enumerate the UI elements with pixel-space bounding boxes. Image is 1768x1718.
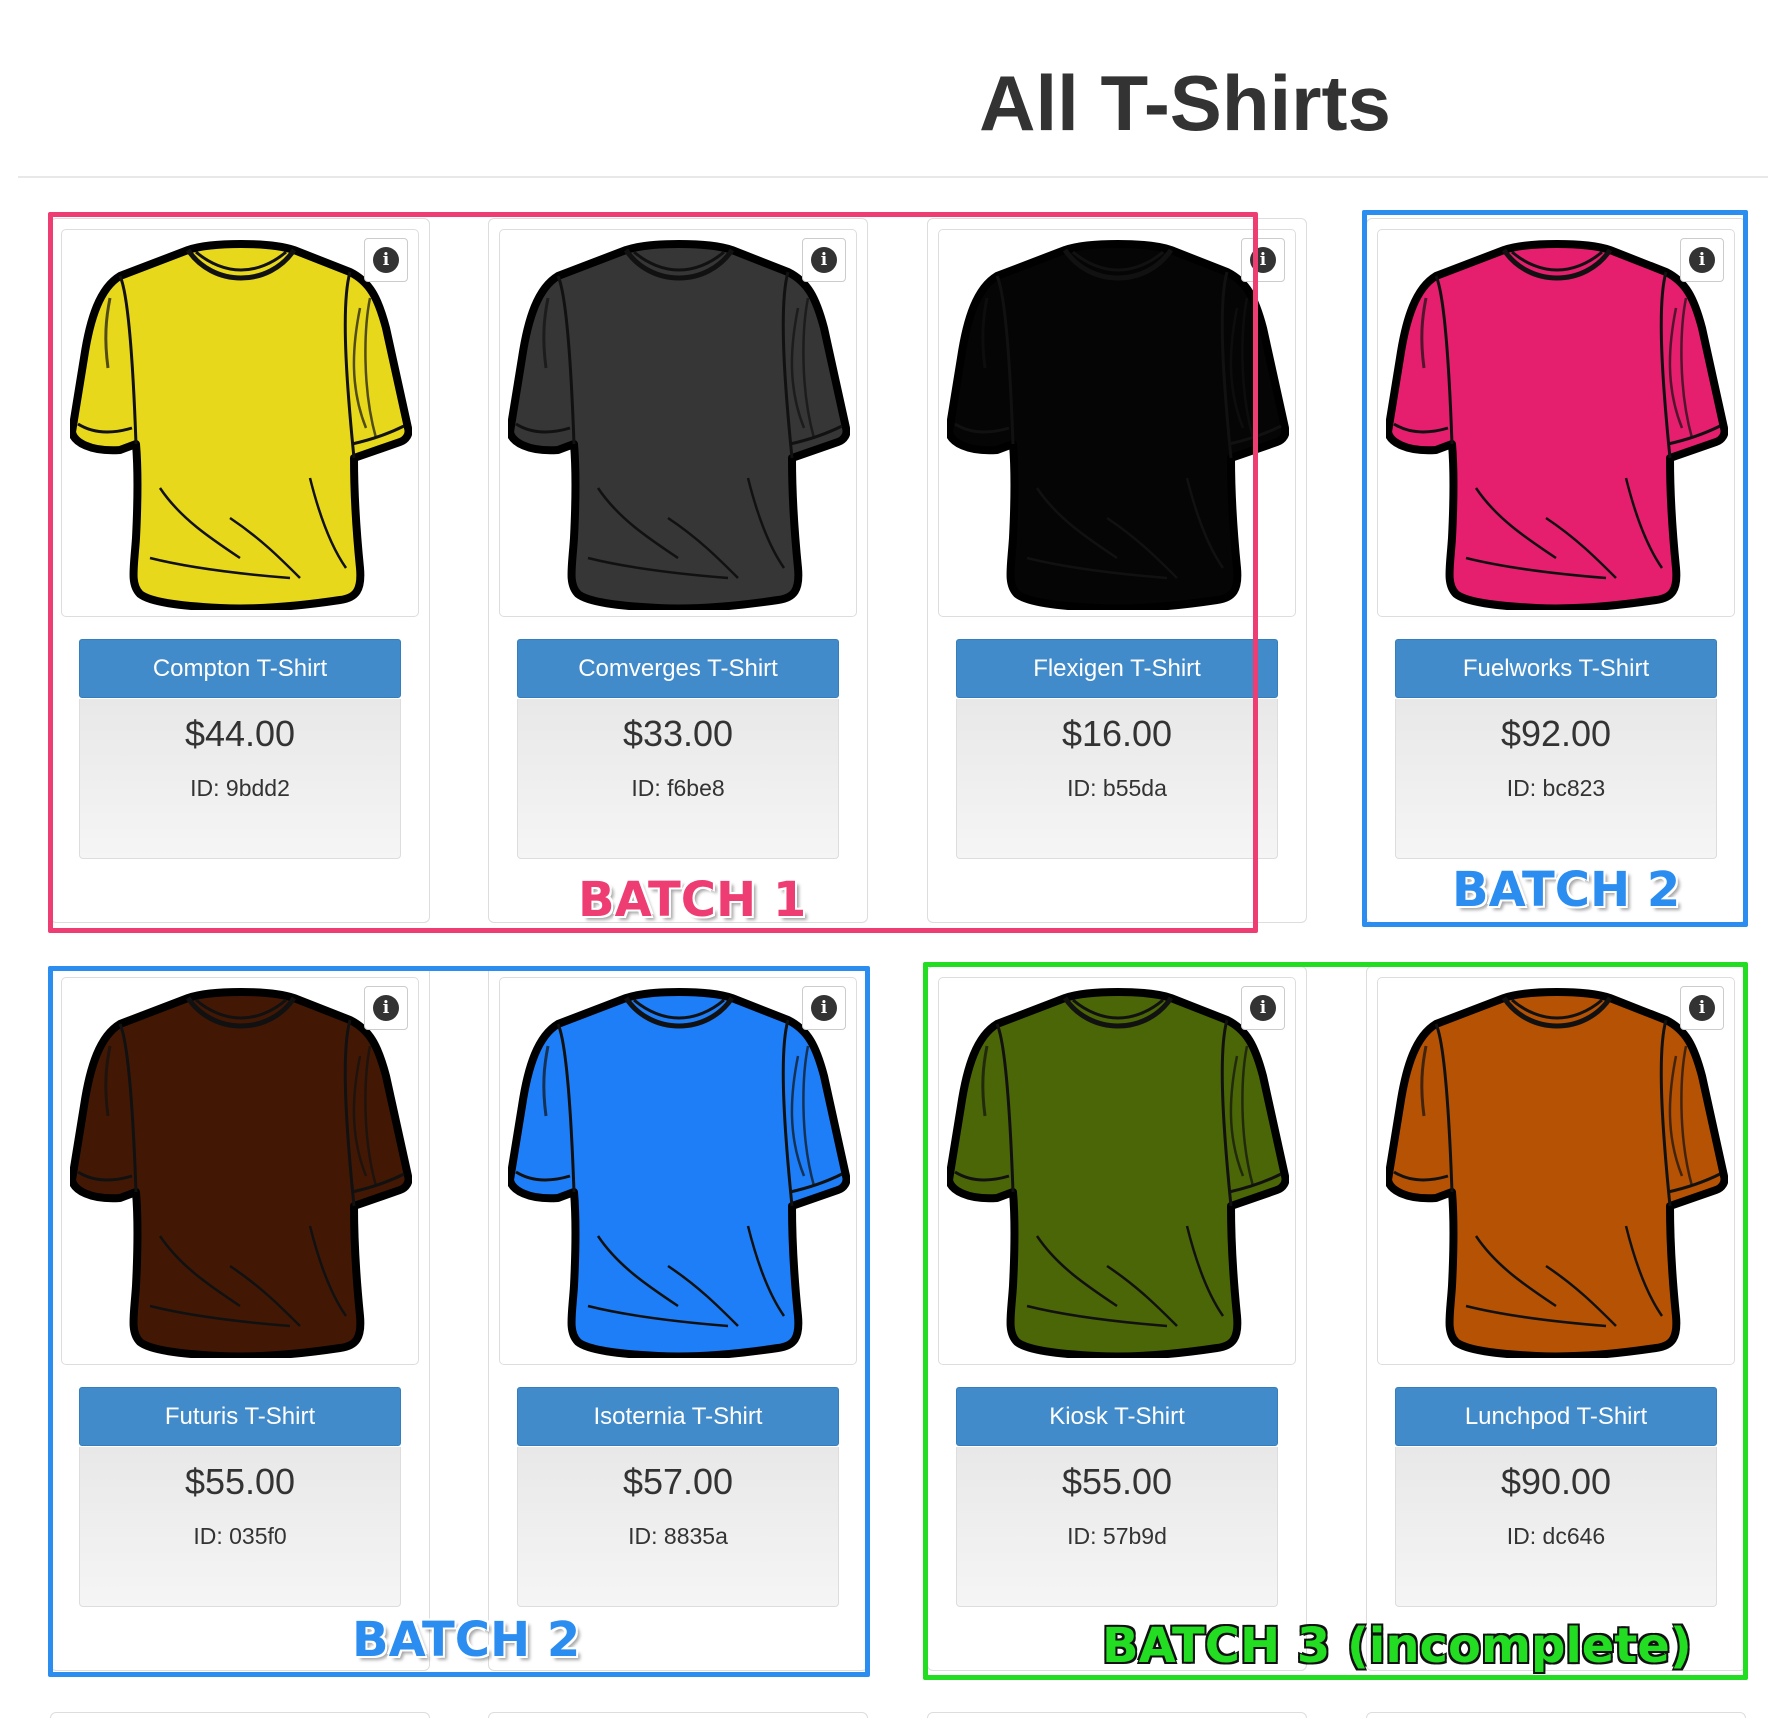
product-card-partial	[50, 1712, 430, 1718]
product-card-partial	[927, 1712, 1307, 1718]
header-divider	[18, 176, 1768, 178]
product-card-partial	[1366, 1712, 1746, 1718]
batch-label: BATCH 2	[352, 1612, 581, 1668]
batch-box	[48, 212, 1258, 933]
batch-box	[923, 962, 1748, 1680]
batch-label: BATCH 3 (incomplete)	[1102, 1618, 1692, 1674]
batch-box	[48, 966, 870, 1677]
batch-label: BATCH 2	[1452, 862, 1681, 918]
batch-label: BATCH 1	[578, 872, 807, 928]
page-title: All T-Shirts	[979, 59, 1391, 147]
product-card-partial	[488, 1712, 868, 1718]
batch-box	[1362, 210, 1748, 927]
